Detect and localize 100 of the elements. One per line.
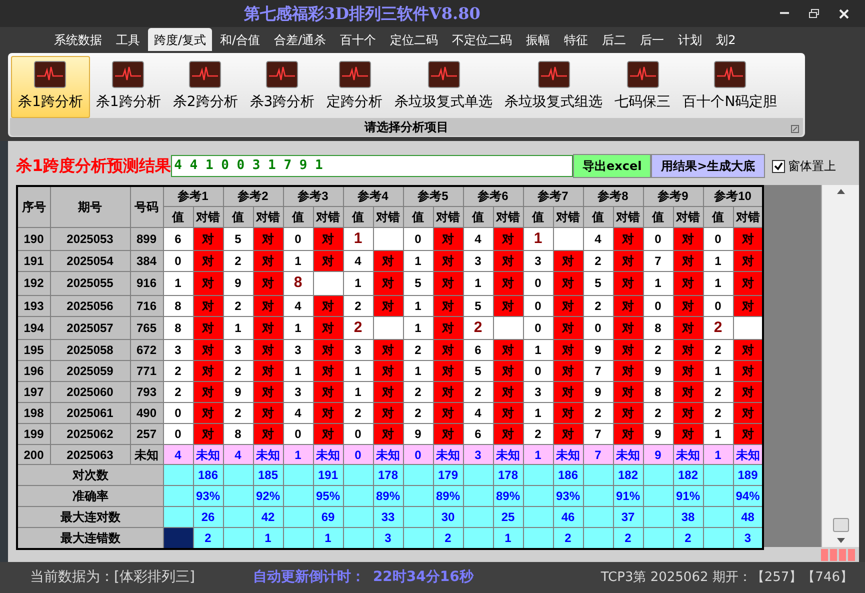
table-cell: 1 — [493, 528, 523, 548]
table-cell — [523, 528, 553, 548]
countdown-label: 自动更新倒计时： — [252, 568, 365, 587]
result-cell: 对 — [613, 272, 643, 295]
table-cell: 186 — [553, 464, 583, 486]
table-cell — [463, 528, 493, 548]
sub-header: 值 — [343, 206, 373, 227]
column-header: 期号 — [50, 186, 130, 227]
table-cell: 1 — [703, 360, 733, 382]
minimize-icon[interactable] — [780, 12, 789, 15]
result-cell: 对 — [373, 382, 403, 402]
table-cell: 4 — [163, 444, 193, 464]
menu-tab[interactable]: 百十个 — [334, 28, 382, 51]
table-cell: 2 — [613, 528, 643, 548]
table-cell: 257 — [130, 424, 163, 444]
table-cell: 4 — [343, 250, 373, 272]
heartbeat-chart-icon — [189, 61, 222, 88]
scroll-up-icon[interactable] — [836, 189, 844, 194]
export-button[interactable]: 导出excel — [573, 154, 652, 178]
menu-tab[interactable]: 划2 — [710, 28, 742, 51]
result-cell: 对 — [493, 382, 523, 402]
table-cell: 2025062 — [50, 424, 130, 444]
result-cell: 对 — [553, 272, 583, 295]
indicator-block — [830, 549, 837, 561]
result-cell: 对 — [553, 402, 583, 424]
table-cell: 1 — [403, 316, 433, 340]
menu-tab[interactable]: 工具 — [110, 28, 146, 51]
ribbon-button[interactable]: 杀1跨分析 — [90, 56, 167, 118]
ribbon-button[interactable]: 杀垃圾复式组选 — [498, 56, 609, 118]
ribbon-button[interactable]: 杀垃圾复式单选 — [388, 56, 499, 118]
menu-tab[interactable]: 和/合值 — [214, 28, 266, 51]
ribbon-button[interactable]: 杀1跨分析 — [11, 56, 90, 118]
table-cell: 7 — [583, 424, 613, 444]
table-cell: 2 — [703, 382, 733, 402]
column-header: 序号 — [17, 186, 50, 227]
menu-tab[interactable]: 定位二码 — [384, 28, 444, 51]
menu-tab[interactable]: 不定位二码 — [446, 28, 518, 51]
result-cell: 对 — [373, 340, 403, 360]
menu-tab[interactable]: 后二 — [596, 28, 632, 51]
result-cell: 对 — [553, 295, 583, 316]
restore-icon[interactable] — [809, 9, 819, 18]
scrollbar[interactable] — [821, 185, 859, 547]
result-cell: 对 — [313, 340, 343, 360]
menu-tab[interactable]: 振幅 — [520, 28, 556, 51]
table-cell: 1 — [703, 424, 733, 444]
pin-checkbox[interactable] — [772, 160, 786, 172]
result-cell: 对 — [493, 424, 523, 444]
table-cell: 未知 — [193, 444, 223, 464]
table-cell: 未知 — [613, 444, 643, 464]
ribbon-button[interactable]: 杀2跨分析 — [166, 56, 244, 118]
expand-corner-icon[interactable] — [791, 125, 799, 133]
result-cell: 对 — [673, 227, 703, 250]
ribbon-button[interactable]: 杀3跨分析 — [244, 56, 321, 118]
menu-tab[interactable]: 合差/通杀 — [268, 28, 332, 51]
table-cell: 9 — [403, 424, 433, 444]
table-cell: 未知 — [253, 444, 283, 464]
table-cell — [223, 528, 253, 548]
menu-tab[interactable]: 计划 — [672, 28, 708, 51]
generate-button[interactable]: 用结果>生成大底 — [651, 154, 766, 178]
result-cell: 对 — [313, 424, 343, 444]
menu-tab[interactable]: 系统数据 — [48, 28, 108, 51]
indicator-block — [839, 549, 846, 561]
table-cell: 95% — [313, 486, 343, 506]
table-cell: 179 — [433, 464, 463, 486]
table-cell: 3 — [283, 382, 313, 402]
ribbon-button[interactable]: 七码保三 — [608, 56, 677, 118]
close-icon[interactable] — [839, 8, 849, 18]
result-field[interactable]: 4 4 1 0 0 3 1 7 9 1 — [171, 155, 574, 177]
heartbeat-chart-icon — [538, 61, 570, 88]
ribbon-button[interactable]: 百十个N码定胆 — [676, 56, 784, 118]
scroll-down-icon[interactable] — [836, 538, 844, 543]
table-cell — [523, 506, 553, 528]
table-cell: 0 — [523, 360, 553, 382]
table-cell: 490 — [130, 402, 163, 424]
group-header: 参考8 — [583, 186, 643, 206]
sub-header: 对错 — [193, 206, 223, 227]
summary-label: 最大连对数 — [17, 506, 163, 528]
result-cell: 对 — [193, 424, 223, 444]
table-cell — [583, 464, 613, 486]
result-cell: 对 — [493, 227, 523, 250]
table-cell — [403, 506, 433, 528]
table-cell: 2 — [583, 250, 613, 272]
ribbon-button[interactable]: 定跨分析 — [320, 56, 389, 118]
table-cell: 0 — [163, 250, 193, 272]
heartbeat-chart-icon — [338, 61, 371, 88]
menu-tab[interactable]: 后一 — [634, 28, 670, 51]
menu-tab[interactable]: 特征 — [558, 28, 594, 51]
table-cell: 26 — [193, 506, 223, 528]
table-cell — [283, 486, 313, 506]
table-cell: 2025059 — [50, 360, 130, 382]
menu-tab[interactable]: 跨度/复式 — [148, 28, 212, 51]
table-cell: 38 — [673, 506, 703, 528]
scroll-thumb[interactable] — [832, 518, 848, 532]
table-cell: 8 — [643, 382, 673, 402]
table-cell: 765 — [130, 316, 163, 340]
result-cell: 对 — [613, 316, 643, 340]
result-cell: 对 — [433, 227, 463, 250]
table-cell: 2 — [223, 250, 253, 272]
sub-header: 对错 — [613, 206, 643, 227]
result-cell: 对 — [253, 227, 283, 250]
